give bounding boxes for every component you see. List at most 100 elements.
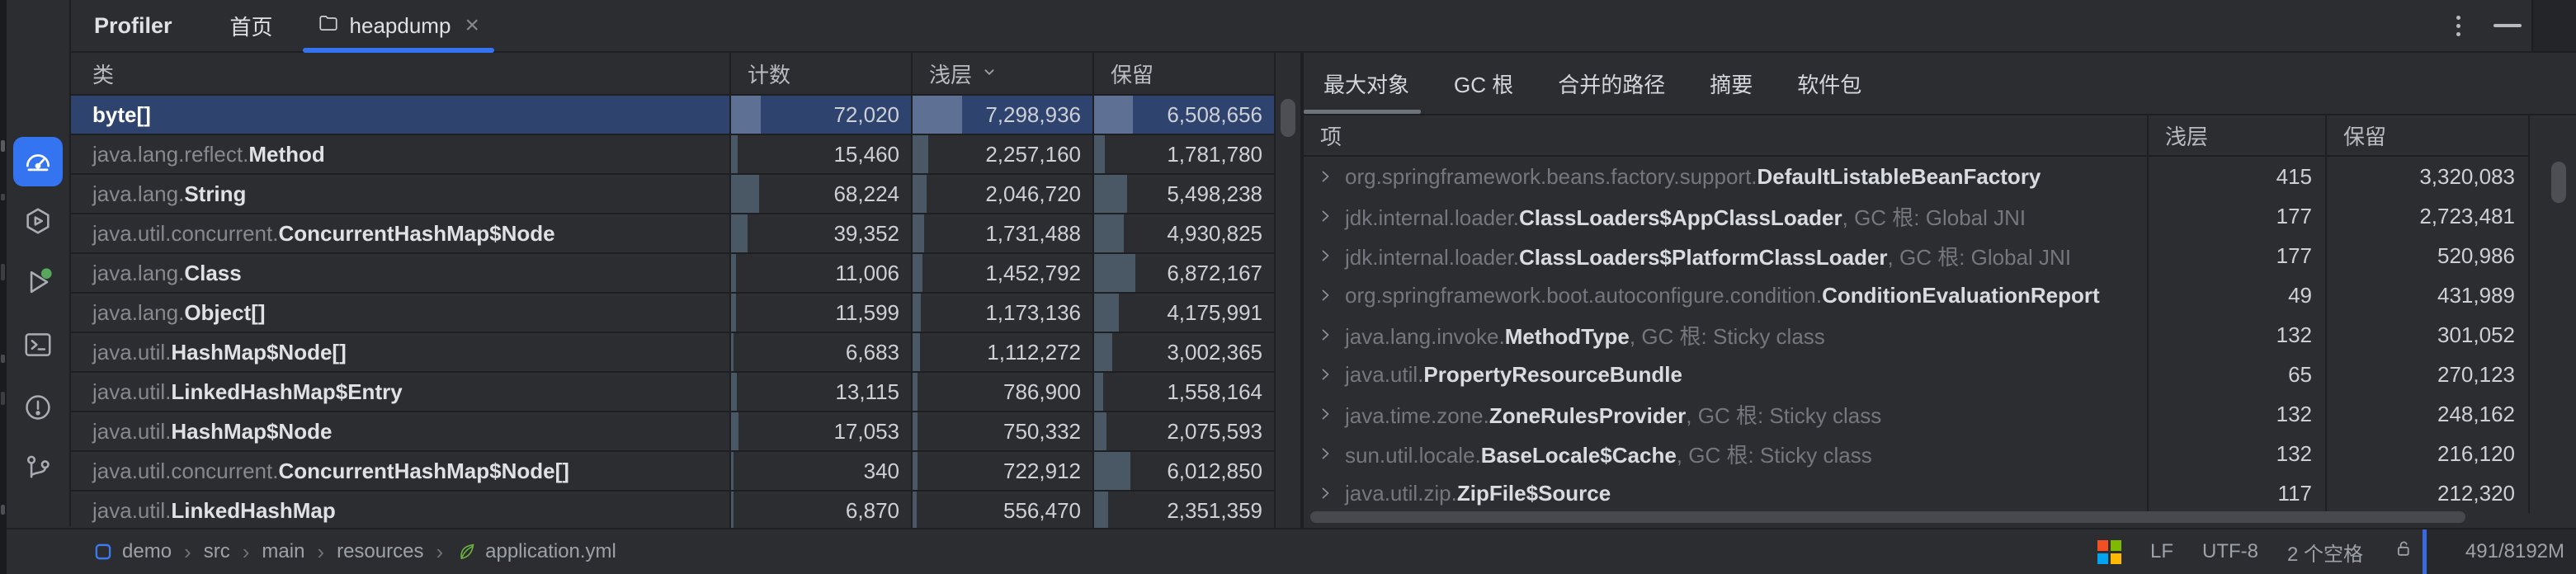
expand-chevron-icon[interactable] <box>1315 206 1335 226</box>
table-row[interactable]: java.lang.Class11,0061,452,7926,872,167 <box>71 254 1300 294</box>
close-tab-icon[interactable]: × <box>465 13 479 38</box>
problems-tool-button[interactable] <box>13 384 63 434</box>
expand-chevron-icon[interactable] <box>1315 365 1335 384</box>
table-row[interactable]: java.lang.String68,2242,046,7205,498,238 <box>71 175 1300 214</box>
right-vertical-scrollbar-thumb[interactable] <box>2551 162 2566 203</box>
object-item-text: jdk.internal.loader.ClassLoaders$AppClas… <box>1345 201 2026 232</box>
object-retained-cell: 520,986 <box>2327 236 2530 275</box>
status-bar: demo›src›main›resources›application.yml … <box>7 528 2576 574</box>
tab-home[interactable]: 首页 <box>219 0 285 51</box>
shallow-cell-value: 1,452,792 <box>985 261 1081 286</box>
breadcrumb-item-demo[interactable]: demo <box>92 540 172 563</box>
count-cell: 11,599 <box>731 294 913 333</box>
table-row[interactable]: java.lang.Object[]11,5991,173,1364,175,9… <box>71 294 1300 333</box>
object-row[interactable]: org.springframework.beans.factory.suppor… <box>1304 157 2576 196</box>
expand-chevron-icon[interactable] <box>1315 246 1335 266</box>
object-row[interactable]: java.util.PropertyResourceBundle65270,12… <box>1304 355 2576 394</box>
object-gc-root-note: , GC 根: Sticky class <box>1686 403 1881 428</box>
object-retained-cell: 431,989 <box>2327 275 2530 315</box>
table-row[interactable]: java.util.HashMap$Node[]6,6831,112,2723,… <box>71 333 1300 373</box>
object-retained-cell: 248,162 <box>2327 394 2530 434</box>
table-row[interactable]: java.util.concurrent.ConcurrentHashMap$N… <box>71 214 1300 254</box>
column-header-item[interactable]: 项 <box>1304 115 2149 157</box>
object-item-cell: org.springframework.boot.autoconfigure.c… <box>1304 275 2149 315</box>
object-row[interactable]: java.time.zone.ZoneRulesProvider, GC 根: … <box>1304 394 2576 434</box>
retained-cell: 3,002,365 <box>1094 333 1276 373</box>
object-row[interactable]: sun.util.locale.BaseLocale$Cache, GC 根: … <box>1304 434 2576 473</box>
object-row[interactable]: org.springframework.boot.autoconfigure.c… <box>1304 275 2576 315</box>
object-item-text: java.time.zone.ZoneRulesProvider, GC 根: … <box>1345 399 1881 430</box>
unlocked-padlock-icon[interactable] <box>2392 538 2414 566</box>
expand-chevron-icon[interactable] <box>1315 483 1335 503</box>
hide-tool-window-icon[interactable] <box>2493 24 2522 27</box>
object-item-cell: jdk.internal.loader.ClassLoaders$AppClas… <box>1304 196 2149 236</box>
retained-cell: 1,781,780 <box>1094 135 1276 175</box>
object-row[interactable]: java.util.zip.ZipFile$Source117212,320 <box>1304 473 2576 513</box>
more-options-icon[interactable] <box>2451 11 2465 41</box>
breadcrumb-item-main[interactable]: main <box>262 540 304 563</box>
window-edge-strip <box>0 0 7 574</box>
microsoft-logo-icon[interactable] <box>2097 540 2121 564</box>
column-header-obj-shallow[interactable]: 浅层 <box>2149 115 2327 157</box>
shallow-cell: 786,900 <box>913 373 1094 412</box>
expand-chevron-icon[interactable] <box>1315 167 1335 186</box>
column-header-retained[interactable]: 保留 <box>1094 53 1276 96</box>
table-row[interactable]: byte[]72,0207,298,9366,508,656 <box>71 96 1300 135</box>
value-bar <box>731 175 759 213</box>
object-shallow-value: 415 <box>2276 164 2312 190</box>
run-tool-button[interactable] <box>13 259 63 308</box>
tool-window-stripe <box>7 0 71 526</box>
tab-heapdump[interactable]: heapdump × <box>303 0 494 51</box>
class-cell: byte[] <box>71 96 731 135</box>
class-name: Class <box>184 261 241 286</box>
objects-tab-5[interactable]: 软件包 <box>1786 53 1873 114</box>
indent-widget[interactable]: 2 个空格 <box>2287 538 2363 567</box>
biggest-objects-panel: 最大对象 GC 根合并的路径摘要软件包 项 浅层 保留 org.springfra… <box>1304 53 2576 528</box>
services-tool-button[interactable] <box>13 198 63 247</box>
left-vertical-scrollbar-thumb[interactable] <box>1281 99 1295 137</box>
column-header-shallow[interactable]: 浅层 <box>913 53 1094 96</box>
memory-indicator[interactable]: 491/8192M <box>2423 529 2576 574</box>
table-row[interactable]: java.lang.reflect.Method15,4602,257,1601… <box>71 135 1300 175</box>
horizontal-scrollbar-thumb[interactable] <box>1310 511 2465 523</box>
value-bar <box>1094 333 1112 371</box>
objects-tab-3[interactable]: 合并的路径 <box>1546 53 1677 114</box>
objects-tab-4[interactable]: 摘要 <box>1698 53 1764 114</box>
table-row[interactable]: java.util.LinkedHashMap$Entry13,115786,9… <box>71 373 1300 412</box>
value-bar <box>913 96 962 134</box>
object-retained-value: 216,120 <box>2437 441 2515 467</box>
column-header-class[interactable]: 类 <box>71 53 731 96</box>
profiler-tool-button[interactable] <box>13 137 63 186</box>
object-retained-value: 301,052 <box>2437 322 2515 348</box>
table-row[interactable]: java.util.concurrent.ConcurrentHashMap$N… <box>71 452 1300 492</box>
objects-tab-2[interactable]: GC 根 <box>1442 53 1525 114</box>
object-gc-root-note: , GC 根: Global JNI <box>1888 245 2072 270</box>
terminal-tool-button[interactable] <box>13 322 63 371</box>
version-control-tool-button[interactable] <box>13 445 63 495</box>
breadcrumb-item-src[interactable]: src <box>204 540 230 563</box>
column-header-obj-retained[interactable]: 保留 <box>2327 115 2530 157</box>
object-shallow-value: 132 <box>2276 402 2312 427</box>
breadcrumb-item-application-yml[interactable]: application.yml <box>455 540 616 563</box>
column-header-count[interactable]: 计数 <box>731 53 913 96</box>
expand-chevron-icon[interactable] <box>1315 444 1335 463</box>
table-row[interactable]: java.util.HashMap$Node17,053750,3322,075… <box>71 412 1300 452</box>
breadcrumb-item-resources[interactable]: resources <box>337 540 423 563</box>
object-retained-value: 270,123 <box>2437 362 2515 388</box>
object-row[interactable]: jdk.internal.loader.ClassLoaders$AppClas… <box>1304 196 2576 236</box>
line-ending-widget[interactable]: LF <box>2150 540 2173 563</box>
object-row[interactable]: jdk.internal.loader.ClassLoaders$Platfor… <box>1304 236 2576 275</box>
value-bar <box>731 254 736 292</box>
objects-table-header: 项 浅层 保留 <box>1304 115 2576 157</box>
value-bar <box>913 412 918 450</box>
table-row[interactable]: java.util.LinkedHashMap6,870556,4702,351… <box>71 492 1300 528</box>
object-row[interactable]: java.lang.invoke.MethodType, GC 根: Stick… <box>1304 315 2576 355</box>
expand-chevron-icon[interactable] <box>1315 325 1335 345</box>
encoding-widget[interactable]: UTF-8 <box>2202 540 2258 563</box>
value-bar <box>1094 373 1103 411</box>
expand-chevron-icon[interactable] <box>1315 285 1335 305</box>
expand-chevron-icon[interactable] <box>1315 404 1335 424</box>
retained-cell-value: 2,351,359 <box>1167 498 1262 524</box>
objects-tab-1[interactable]: 最大对象 <box>1304 53 1421 114</box>
services-hexagon-icon <box>22 205 54 241</box>
